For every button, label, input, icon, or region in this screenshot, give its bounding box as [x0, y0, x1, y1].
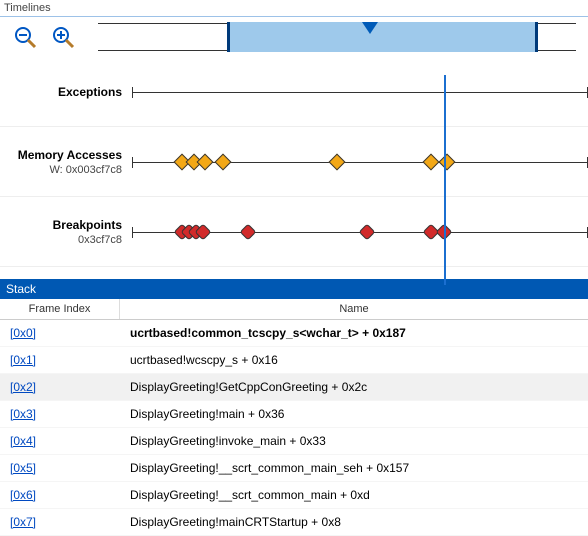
overview-scrubber[interactable] — [98, 23, 576, 51]
frame-index-link[interactable]: [0x1] — [0, 351, 120, 369]
zoom-out-button[interactable] — [12, 24, 38, 50]
frame-name: ucrtbased!common_tcscpy_s<wchar_t> + 0x1… — [120, 324, 588, 342]
timelines-panel: Timelines — [0, 0, 588, 267]
lane-label: Memory Accesses W: 0x003cf7c8 — [0, 148, 132, 176]
event-marker[interactable] — [438, 153, 455, 170]
timeline-toolbar — [0, 17, 588, 57]
lane-label: Exceptions — [0, 85, 132, 99]
track-axis — [132, 92, 588, 93]
stack-row[interactable]: [0x5]DisplayGreeting!__scrt_common_main_… — [0, 455, 588, 482]
frame-name: DisplayGreeting!GetCppConGreeting + 0x2c — [120, 378, 588, 396]
stack-panel: Stack Frame Index Name [0x0]ucrtbased!co… — [0, 279, 588, 536]
event-marker[interactable] — [329, 153, 346, 170]
frame-name: DisplayGreeting!mainCRTStartup + 0x8 — [120, 513, 588, 531]
frame-name: ucrtbased!wcscpy_s + 0x16 — [120, 351, 588, 369]
lane-title: Exceptions — [0, 85, 122, 99]
stack-row[interactable]: [0x2]DisplayGreeting!GetCppConGreeting +… — [0, 374, 588, 401]
frame-name: DisplayGreeting!__scrt_common_main + 0xd — [120, 486, 588, 504]
frame-index-link[interactable]: [0x5] — [0, 459, 120, 477]
event-marker[interactable] — [196, 153, 213, 170]
lane-row: Exceptions — [0, 57, 588, 127]
frame-index-link[interactable]: [0x3] — [0, 405, 120, 423]
stack-header: Frame Index Name — [0, 299, 588, 320]
lanes-container: Exceptions Memory Accesses W: 0x003cf7c8 Br… — [0, 57, 588, 267]
zoom-in-icon — [51, 25, 75, 49]
breakpoint-marker[interactable] — [240, 223, 257, 240]
frame-index-link[interactable]: [0x7] — [0, 513, 120, 531]
lane-subtitle: 0x3cf7c8 — [0, 234, 122, 246]
stack-row[interactable]: [0x1]ucrtbased!wcscpy_s + 0x16 — [0, 347, 588, 374]
column-header-frame[interactable]: Frame Index — [0, 299, 120, 319]
stack-rows: [0x0]ucrtbased!common_tcscpy_s<wchar_t> … — [0, 320, 588, 536]
breakpoint-marker[interactable] — [358, 223, 375, 240]
stack-row[interactable]: [0x0]ucrtbased!common_tcscpy_s<wchar_t> … — [0, 320, 588, 347]
lane-label: Breakpoints 0x3cf7c8 — [0, 218, 132, 246]
stack-row[interactable]: [0x6]DisplayGreeting!__scrt_common_main … — [0, 482, 588, 509]
event-marker[interactable] — [422, 153, 439, 170]
timelines-body: Exceptions Memory Accesses W: 0x003cf7c8 Br… — [0, 17, 588, 267]
event-marker[interactable] — [215, 153, 232, 170]
frame-index-link[interactable]: [0x0] — [0, 324, 120, 342]
zoom-out-icon — [13, 25, 37, 49]
frame-index-link[interactable]: [0x6] — [0, 486, 120, 504]
frame-index-link[interactable]: [0x4] — [0, 432, 120, 450]
frame-name: DisplayGreeting!__scrt_common_main_seh +… — [120, 459, 588, 477]
timelines-title: Timelines — [0, 0, 588, 17]
lane-track[interactable] — [132, 68, 588, 116]
stack-row[interactable]: [0x7]DisplayGreeting!mainCRTStartup + 0x… — [0, 509, 588, 536]
overview-playhead-marker[interactable] — [362, 22, 378, 34]
lane-track[interactable] — [132, 208, 588, 256]
frame-name: DisplayGreeting!main + 0x36 — [120, 405, 588, 423]
lane-row: Memory Accesses W: 0x003cf7c8 — [0, 127, 588, 197]
lane-title: Breakpoints — [0, 218, 122, 232]
stack-title: Stack — [0, 279, 588, 299]
frame-index-link[interactable]: [0x2] — [0, 378, 120, 396]
frame-name: DisplayGreeting!invoke_main + 0x33 — [120, 432, 588, 450]
column-header-name[interactable]: Name — [120, 299, 588, 319]
stack-row[interactable]: [0x3]DisplayGreeting!main + 0x36 — [0, 401, 588, 428]
lane-track[interactable] — [132, 138, 588, 186]
zoom-in-button[interactable] — [50, 24, 76, 50]
stack-row[interactable]: [0x4]DisplayGreeting!invoke_main + 0x33 — [0, 428, 588, 455]
lane-subtitle: W: 0x003cf7c8 — [0, 164, 122, 176]
overview-range[interactable] — [227, 22, 538, 52]
playhead-line[interactable] — [444, 75, 446, 285]
lane-title: Memory Accesses — [0, 148, 122, 162]
lane-row: Breakpoints 0x3cf7c8 — [0, 197, 588, 267]
